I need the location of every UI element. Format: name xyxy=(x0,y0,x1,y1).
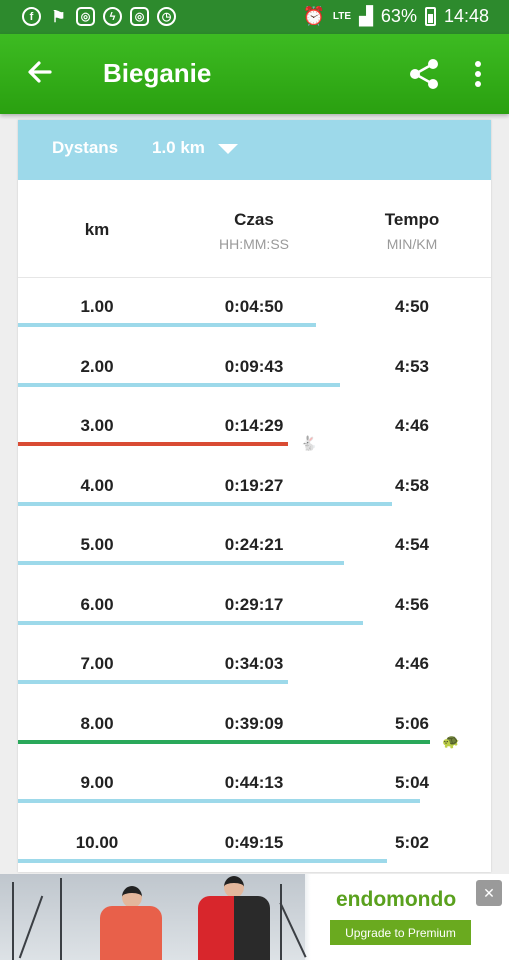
split-row: 5.00 0:24:21 4:54 xyxy=(18,516,491,576)
split-time: 0:39:09 xyxy=(224,713,284,733)
lte-label: LTE xyxy=(332,11,352,22)
column-header-time-unit: HH:MM:SS xyxy=(219,236,289,252)
split-distance: 5.00 xyxy=(80,535,114,554)
split-distance: 8.00 xyxy=(80,713,114,733)
upgrade-premium-button[interactable]: Upgrade to Premium xyxy=(330,920,471,945)
facebook-icon: f xyxy=(22,7,41,26)
split-pace: 5:04 xyxy=(394,773,430,792)
split-pace: 5:06 xyxy=(394,713,430,733)
split-row: 2.00 0:09:43 4:53 xyxy=(18,338,491,398)
split-row: 6.00 0:29:17 4:56 xyxy=(18,576,491,636)
endomondo-logo: endomondo xyxy=(336,888,457,911)
splits-card: Dystans 1.0 km km Czas HH:MM:SS Tempo MI… xyxy=(18,120,491,872)
pace-bar xyxy=(18,323,316,327)
app-toolbar: Bieganie xyxy=(0,34,509,114)
notification-icons: f ⚑ ◎ ϟ ◎ ◷ xyxy=(22,7,176,26)
pace-bar xyxy=(18,680,288,684)
clock: 14:48 xyxy=(443,6,489,26)
signal-icon: ▟ xyxy=(359,6,373,26)
rabbit-icon: 🐇 xyxy=(300,435,318,451)
split-distance: 7.00 xyxy=(80,654,114,673)
split-distance: 4.00 xyxy=(80,475,114,495)
distance-label: Dystans xyxy=(52,138,119,157)
split-row: 9.00 0:44:13 5:04 xyxy=(18,754,491,814)
splits-list: 1.00 0:04:50 4:50 2.00 0:09:43 4:53 3.00 0:14:2… xyxy=(18,278,491,872)
split-distance: 9.00 xyxy=(80,773,114,792)
split-distance: 10.00 xyxy=(75,832,119,852)
split-pace: 5:02 xyxy=(394,832,430,852)
page-title: Bieganie xyxy=(103,58,212,88)
column-header-pace: Tempo MIN/KM xyxy=(336,210,488,252)
pace-bar xyxy=(18,561,344,565)
split-row: 1.00 0:04:50 4:50 xyxy=(18,278,491,338)
column-header-time: Czas HH:MM:SS xyxy=(178,210,330,252)
runner-figure xyxy=(100,906,162,960)
status-bar: f ⚑ ◎ ϟ ◎ ◷ ⏰ LTE ▟ 63% 14:48 xyxy=(0,0,509,34)
split-pace: 4:54 xyxy=(394,535,430,554)
system-status: ⏰ LTE ▟ 63% 14:48 xyxy=(302,6,489,27)
split-row: 7.00 0:34:03 4:46 xyxy=(18,635,491,695)
split-time: 0:09:43 xyxy=(224,356,284,376)
back-arrow-icon xyxy=(28,61,52,83)
more-options-button[interactable] xyxy=(466,58,490,90)
table-header: km Czas HH:MM:SS Tempo MIN/KM xyxy=(18,180,491,278)
split-row: 8.00 0:39:09 5:06 🐢 xyxy=(18,695,491,755)
share-button[interactable] xyxy=(406,56,442,92)
distance-value: 1.0 km xyxy=(152,138,205,157)
pace-bar xyxy=(18,382,340,387)
ad-close-icon[interactable]: ✕ xyxy=(476,880,502,906)
split-distance: 3.00 xyxy=(80,416,114,435)
split-pace: 4:46 xyxy=(394,416,430,435)
pace-bar xyxy=(18,620,363,625)
split-time: 0:34:03 xyxy=(224,654,284,673)
pace-bar xyxy=(18,858,387,863)
share-icon xyxy=(410,59,438,89)
column-header-time-title: Czas xyxy=(234,210,274,229)
pace-bar xyxy=(18,442,288,446)
split-time: 0:14:29 xyxy=(224,416,284,435)
split-row: 3.00 0:14:29 4:46 🐇 xyxy=(18,397,491,457)
messenger-icon: ϟ xyxy=(103,7,122,26)
battery-percent: 63% xyxy=(380,6,417,26)
pace-bar xyxy=(18,501,392,506)
turtle-icon: 🐢 xyxy=(442,732,460,749)
split-pace: 4:46 xyxy=(394,654,430,673)
split-time: 0:29:17 xyxy=(224,594,284,614)
instagram-icon: ◎ xyxy=(76,7,95,26)
runner-figure xyxy=(198,896,270,960)
split-distance: 1.00 xyxy=(80,297,114,316)
ad-banner[interactable]: endomondo Upgrade to Premium ✕ xyxy=(0,874,509,960)
pace-bar xyxy=(18,799,420,803)
split-time: 0:19:27 xyxy=(224,475,284,495)
split-time: 0:24:21 xyxy=(224,535,284,554)
split-pace: 4:53 xyxy=(394,356,430,376)
column-header-pace-title: Tempo xyxy=(384,210,440,229)
ad-photo xyxy=(0,874,307,960)
split-pace: 4:58 xyxy=(394,475,430,495)
flag-icon: ⚑ xyxy=(51,8,66,26)
alarm-icon: ⏰ xyxy=(302,6,325,26)
pace-bar xyxy=(18,739,430,744)
split-row: 4.00 0:19:27 4:58 xyxy=(18,457,491,517)
split-pace: 4:50 xyxy=(394,297,430,316)
more-vert-icon xyxy=(475,61,481,87)
distance-selector[interactable]: Dystans 1.0 km xyxy=(18,120,491,180)
split-distance: 2.00 xyxy=(80,356,114,376)
split-pace: 4:56 xyxy=(394,594,430,614)
split-time: 0:49:15 xyxy=(224,832,284,852)
split-row: 10.00 0:49:15 5:02 xyxy=(18,814,491,873)
split-time: 0:44:13 xyxy=(224,773,284,792)
dropdown-caret-icon xyxy=(218,144,238,154)
column-header-km: km xyxy=(84,220,110,239)
instagram-icon: ◎ xyxy=(130,7,149,26)
alarm-icon: ◷ xyxy=(157,7,176,26)
battery-icon xyxy=(424,7,436,26)
split-time: 0:04:50 xyxy=(224,297,284,316)
split-distance: 6.00 xyxy=(80,594,114,614)
column-header-pace-unit: MIN/KM xyxy=(386,236,438,252)
back-button[interactable] xyxy=(22,54,58,90)
